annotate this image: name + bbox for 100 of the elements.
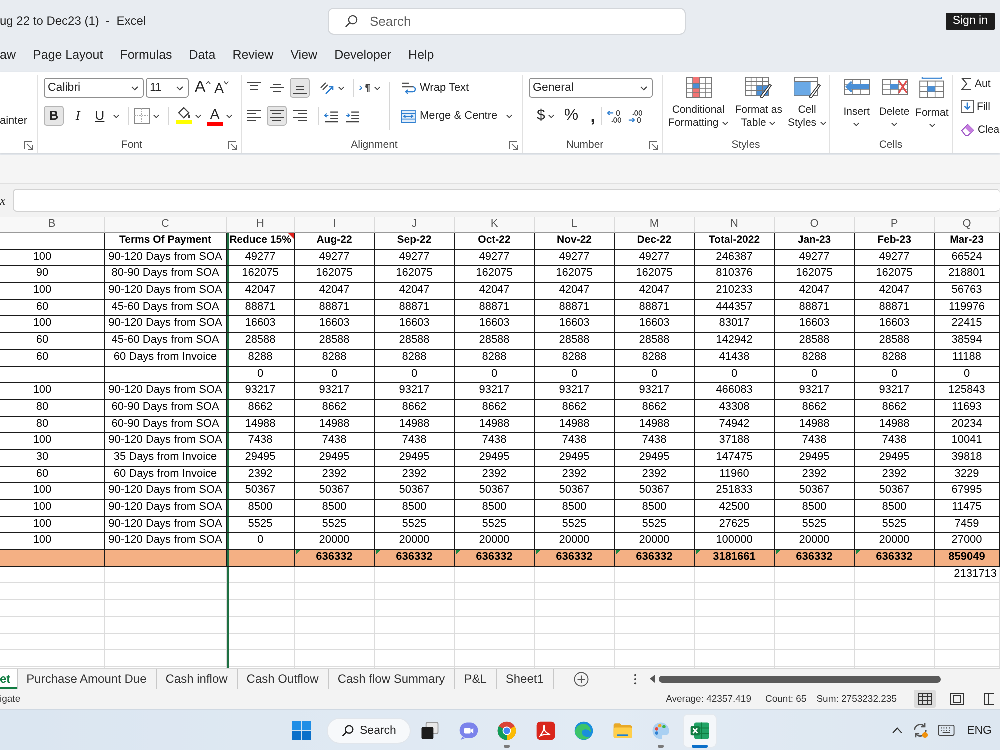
taskbar-search-button[interactable]: Search bbox=[327, 718, 411, 744]
menu-tab[interactable]: Page Layout bbox=[32, 45, 104, 67]
chevron-up-icon[interactable] bbox=[892, 727, 904, 734]
table-cell: 8662 bbox=[455, 400, 535, 417]
normal-view-button[interactable] bbox=[914, 690, 936, 708]
column-header[interactable]: B bbox=[0, 217, 105, 233]
decrease-indent-icon[interactable] bbox=[324, 110, 339, 122]
table-cell: 50367 bbox=[775, 483, 855, 500]
increase-indent-icon[interactable] bbox=[345, 110, 360, 122]
caret-icon[interactable] bbox=[113, 114, 120, 118]
more-options-icon[interactable] bbox=[634, 674, 637, 684]
conditional-formatting-button[interactable]: Conditional Formatting bbox=[667, 77, 730, 137]
format-cells-icon bbox=[919, 77, 946, 98]
menu-tab[interactable]: aw bbox=[0, 45, 16, 67]
column-header[interactable]: J bbox=[375, 217, 455, 233]
dialog-launcher-icon[interactable] bbox=[228, 140, 237, 150]
table-cell: 42047 bbox=[855, 283, 935, 300]
table-cell: 7438 bbox=[295, 433, 375, 450]
shrink-font-button[interactable]: A bbox=[214, 79, 230, 97]
painter-button[interactable]: ainter bbox=[0, 115, 28, 127]
table-cell: 16603 bbox=[775, 316, 855, 334]
menu-tab[interactable]: Help bbox=[408, 45, 434, 67]
column-header[interactable]: C bbox=[105, 217, 227, 233]
caret-icon[interactable] bbox=[338, 86, 345, 90]
table-cell: 8288 bbox=[227, 350, 295, 367]
font-name-dropdown[interactable]: Calibri bbox=[44, 78, 144, 98]
column-heading: Mar-23 bbox=[935, 233, 1000, 250]
formula-input[interactable] bbox=[13, 189, 1000, 212]
bold-button[interactable]: B bbox=[44, 106, 64, 126]
comma-style-button[interactable]: , bbox=[590, 109, 596, 123]
scrollbar-thumb[interactable] bbox=[658, 676, 941, 682]
search-field[interactable]: Search bbox=[328, 8, 686, 34]
sync-icon[interactable] bbox=[912, 722, 930, 739]
column-header[interactable]: H bbox=[227, 217, 295, 233]
format-button[interactable]: Format bbox=[914, 77, 950, 137]
autosum-button[interactable]: Aut bbox=[961, 76, 1000, 91]
text-direction-icon[interactable] bbox=[359, 82, 371, 94]
table-cell: 147475 bbox=[695, 450, 775, 467]
column-header[interactable]: I bbox=[295, 217, 375, 233]
menu-tab[interactable]: Developer bbox=[334, 45, 392, 67]
clear-button[interactable]: Clea bbox=[961, 122, 1000, 137]
bottom-align-button[interactable] bbox=[290, 78, 310, 98]
keyboard-icon[interactable] bbox=[938, 725, 956, 736]
text-angle-icon[interactable] bbox=[319, 80, 335, 96]
column-header[interactable]: O bbox=[775, 217, 855, 233]
wrap-text-button[interactable]: Wrap Text bbox=[401, 78, 516, 98]
column-header[interactable]: Q bbox=[935, 217, 1000, 233]
caret-icon[interactable] bbox=[506, 114, 513, 118]
menu-tab[interactable]: Formulas bbox=[120, 45, 172, 67]
font-color-button[interactable]: A bbox=[207, 106, 223, 126]
menu-tab[interactable]: View bbox=[290, 45, 318, 67]
add-sheet-icon[interactable] bbox=[574, 672, 589, 686]
table-cell: 49277 bbox=[775, 250, 855, 266]
increase-decimal-icon[interactable] bbox=[606, 108, 622, 124]
column-header[interactable]: M bbox=[615, 217, 695, 233]
font-size-dropdown[interactable]: 11 bbox=[146, 78, 189, 98]
caret-icon[interactable] bbox=[226, 114, 233, 118]
language-indicator[interactable]: ENG bbox=[967, 724, 992, 736]
dialog-launcher-icon[interactable] bbox=[509, 140, 518, 150]
task-view-icon[interactable] bbox=[419, 720, 442, 742]
column-header[interactable]: P bbox=[855, 217, 935, 233]
column-header[interactable]: N bbox=[695, 217, 775, 233]
delete-button[interactable]: Delete bbox=[876, 77, 912, 137]
format-as-table-button[interactable]: Format as Table bbox=[732, 77, 786, 137]
sign-in-button[interactable]: Sign in bbox=[946, 12, 995, 30]
caret-icon[interactable] bbox=[548, 114, 556, 118]
menu-tab[interactable]: Data bbox=[189, 45, 216, 67]
column-header[interactable]: L bbox=[535, 217, 615, 233]
italic-button[interactable]: I bbox=[68, 106, 88, 126]
number-format-dropdown[interactable]: General bbox=[529, 78, 653, 98]
function-label[interactable]: x bbox=[0, 192, 13, 208]
center-align-button[interactable] bbox=[267, 106, 287, 126]
fill-button[interactable]: Fill bbox=[961, 99, 1000, 114]
browser-icon[interactable] bbox=[573, 720, 596, 742]
cell-styles-button[interactable]: Cell Styles bbox=[788, 77, 827, 137]
caret-icon[interactable] bbox=[153, 114, 160, 118]
caret-icon[interactable] bbox=[374, 86, 381, 90]
menu-tab[interactable]: Review bbox=[232, 45, 274, 67]
merge-centre-button[interactable]: Merge & Centre bbox=[401, 106, 498, 126]
caret-icon[interactable] bbox=[195, 114, 202, 118]
browser-icon[interactable] bbox=[496, 720, 518, 742]
fill-color-button[interactable] bbox=[176, 106, 192, 126]
scroll-left-icon[interactable] bbox=[650, 675, 655, 683]
table-cell: 8500 bbox=[455, 500, 535, 517]
start-icon[interactable] bbox=[292, 721, 311, 740]
decrease-decimal-icon[interactable] bbox=[628, 108, 643, 124]
insert-button[interactable]: Insert bbox=[839, 77, 875, 137]
grow-font-button[interactable]: A bbox=[195, 79, 211, 97]
table-cell: 8500 bbox=[615, 500, 695, 517]
underline-button[interactable]: U bbox=[90, 106, 110, 126]
table-cell: 7438 bbox=[375, 433, 455, 450]
sheet-tab[interactable]: et bbox=[0, 669, 18, 689]
dialog-launcher-icon[interactable] bbox=[649, 140, 658, 150]
column-header[interactable]: K bbox=[455, 217, 535, 233]
percent-button[interactable]: % bbox=[564, 106, 579, 126]
table-cell: 0 bbox=[227, 366, 295, 384]
table-cell: 100 bbox=[0, 483, 105, 500]
pdf-icon[interactable] bbox=[534, 720, 557, 742]
dialog-launcher-icon[interactable] bbox=[24, 140, 33, 150]
currency-button[interactable]: $ bbox=[537, 106, 546, 126]
